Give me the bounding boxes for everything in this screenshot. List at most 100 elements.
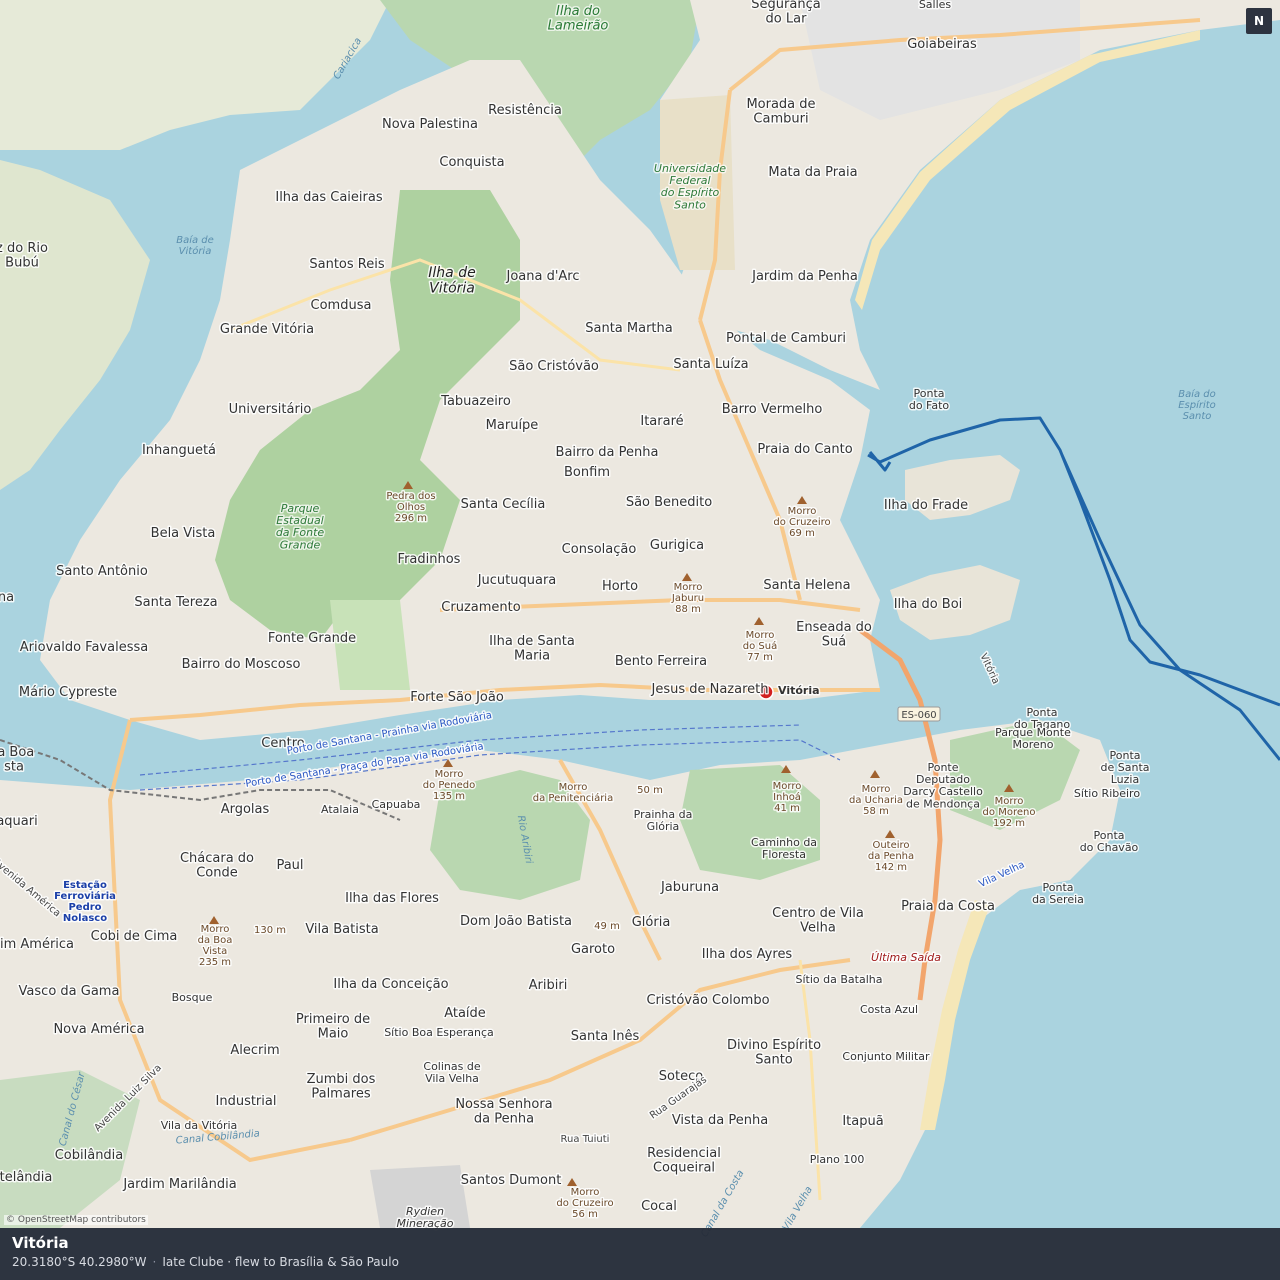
label-cobilandia: Cobilândia	[55, 1148, 124, 1163]
label-fonte-grande: Fonte Grande	[268, 631, 356, 646]
label-sao-benedito: São Benedito	[626, 495, 712, 510]
label-morro-boa-vista: Morro da Boa Vista 235 m	[198, 924, 233, 968]
land-layer	[0, 0, 1280, 1228]
label-bairro-penha: Bairro da Penha	[556, 445, 659, 460]
label-santa-helena: Santa Helena	[763, 578, 850, 593]
label-rua-tuiuti: Rua Tuiuti	[561, 1134, 610, 1145]
label-nova-palestina: Nova Palestina	[382, 117, 478, 132]
label-conquista: Conquista	[439, 155, 504, 170]
label-residencial: Residencial Coqueiral	[647, 1146, 721, 1175]
label-ultima-saida: Última Saída	[871, 951, 941, 964]
location-note: Iate Clube · flew to Brasília & São Paul…	[162, 1255, 399, 1269]
land-west	[0, 160, 150, 490]
label-resistencia: Resistência	[488, 103, 562, 118]
label-atalaia: Atalaia	[321, 803, 359, 816]
label-dom-joao: Dom João Batista	[460, 914, 572, 929]
label-consolacao: Consolação	[562, 542, 637, 557]
location-coords: 20.3180°S 40.2980°W	[12, 1255, 147, 1269]
label-ilha-ayres: Ilha dos Ayres	[702, 947, 793, 962]
label-telandia: telândia	[0, 1170, 52, 1185]
label-santa-cecilia: Santa Cecília	[461, 497, 546, 512]
label-vila-batista: Vila Batista	[305, 922, 378, 937]
label-forte-sao-joao: Forte São João	[410, 690, 504, 705]
label-santo-antonio: Santo Antônio	[56, 564, 148, 579]
label-vitoria-city: Vitória	[778, 684, 820, 697]
label-capuaba: Capuaba	[372, 798, 421, 811]
label-bairro-moscoso: Bairro do Moscoso	[182, 657, 301, 672]
label-sao-cristovao: São Cristóvão	[509, 359, 599, 374]
label-zumbi: Zumbi dos Palmares	[307, 1072, 376, 1101]
label-itapua: Itapuã	[842, 1114, 883, 1129]
label-jardim-penha: Jardim da Penha	[751, 269, 858, 284]
label-grande-vitoria: Grande Vitória	[220, 322, 314, 337]
label-jaburuna: Jaburuna	[660, 880, 719, 895]
label-paul: Paul	[276, 858, 303, 873]
label-vila-boa: la Boasta	[0, 745, 34, 774]
label-universitario: Universitário	[229, 402, 312, 417]
label-santa-luiza: Santa Luíza	[673, 357, 748, 372]
label-alecrim: Alecrim	[230, 1043, 279, 1058]
map-attribution[interactable]: © OpenStreetMap contributors	[4, 1215, 148, 1225]
label-tabuazeiro: Tabuazeiro	[440, 394, 511, 409]
label-sitio-ribeiro: Sítio Ribeiro	[1074, 787, 1140, 800]
north-indicator: N	[1246, 8, 1272, 34]
label-colinas: Colinas de Vila Velha	[423, 1060, 480, 1085]
label-im-america: im América	[0, 937, 74, 952]
location-title: Vitória	[12, 1234, 69, 1252]
info-footer: Vitória 20.3180°S 40.2980°W · Iate Clube ·…	[0, 1228, 1280, 1280]
label-maruipe: Maruípe	[486, 418, 539, 433]
label-conjunto-militar: Conjunto Militar	[842, 1050, 930, 1063]
map-canvas[interactable]: Ilha do Lameirão Segurança do Lar Salles G…	[0, 0, 1280, 1280]
label-ilha-lameirao: Ilha do Lameirão	[548, 4, 609, 33]
label-jesus-nazareth: Jesus de Nazareth	[650, 682, 768, 697]
label-sitio-boa: Sítio Boa Esperança	[384, 1026, 494, 1039]
label-cristovao-colombo: Cristóvão Colombo	[646, 993, 769, 1008]
label-morada-camburi: Morada de Camburi	[746, 97, 815, 126]
label-ariovaldo: Ariovaldo Favalessa	[20, 640, 148, 655]
label-santa-martha: Santa Martha	[585, 321, 672, 336]
label-ma: na	[0, 590, 14, 605]
label-parque-fonte: Parque Estadual da Fonte Grande	[276, 502, 325, 551]
location-meta: 20.3180°S 40.2980°W · Iate Clube · flew to…	[12, 1255, 1268, 1269]
label-ponta-fato: Ponta do Fato	[909, 387, 950, 412]
label-ilha-vitoria: Ilha de Vitória	[428, 265, 475, 296]
label-itarare: Itararé	[640, 414, 683, 429]
label-santos-dumont: Santos Dumont	[461, 1173, 562, 1188]
label-vitoria-road: Vitória	[977, 651, 1002, 685]
label-inhangueta: Inhanguetá	[142, 443, 216, 458]
label-praia-canto: Praia do Canto	[757, 442, 852, 457]
label-jucutuquara: Jucutuquara	[477, 573, 557, 588]
label-costa-azul: Costa Azul	[860, 1003, 918, 1016]
label-ilha-flores: Ilha das Flores	[345, 891, 439, 906]
label-bosque: Bosque	[172, 991, 213, 1004]
label-goiabeiras: Goiabeiras	[907, 37, 977, 52]
label-praia-costa: Praia da Costa	[901, 899, 995, 914]
label-morro-jaburu: Morro Jaburu 88 m	[671, 582, 704, 615]
label-cruzamento: Cruzamento	[441, 600, 520, 615]
label-jardim-marilandia: Jardim Marilândia	[122, 1177, 236, 1192]
label-ilha-conceicao: Ilha da Conceição	[333, 977, 448, 992]
label-aribiri: Aribiri	[529, 978, 568, 993]
label-industrial: Industrial	[216, 1094, 277, 1109]
label-nova-america: Nova América	[53, 1022, 144, 1037]
label-ilha-frade: Ilha do Frade	[884, 498, 968, 513]
label-mario-cypreste: Mário Cypreste	[19, 685, 117, 700]
label-gloria: Glória	[632, 915, 671, 930]
label-santa-ines: Santa Inês	[571, 1029, 640, 1044]
label-50m: 50 m	[637, 785, 663, 796]
label-bonfim: Bonfim	[564, 465, 610, 480]
es060-shield: ES-060	[897, 706, 941, 722]
label-cobi-cima: Cobi de Cima	[91, 929, 178, 944]
meta-separator: ·	[152, 1255, 157, 1269]
label-morro-inhoa: Morro Inhoá 41 m	[773, 781, 802, 814]
label-plano100: Plano 100	[810, 1153, 865, 1166]
label-fradinhos: Fradinhos	[398, 552, 461, 567]
label-argolas: Argolas	[221, 802, 270, 817]
label-bela-vista: Bela Vista	[151, 526, 216, 541]
label-baia-vitoria: Baía de Vitória	[176, 234, 214, 257]
label-es060: ES-060	[901, 710, 936, 721]
label-bento-ferreira: Bento Ferreira	[615, 654, 707, 669]
label-ataide: Ataíde	[444, 1006, 486, 1021]
label-cocal: Cocal	[641, 1199, 677, 1214]
label-49m: 49 m	[594, 921, 620, 932]
